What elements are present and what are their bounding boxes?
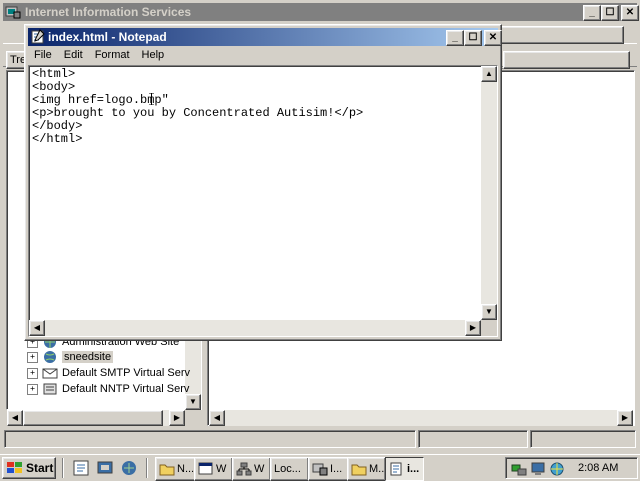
menu-format[interactable]: Format <box>89 46 136 64</box>
iis-tree-scroll-left-button[interactable]: ◀ <box>7 410 23 426</box>
notepad-hscroll[interactable]: ◀ ▶ <box>29 320 481 336</box>
task-button[interactable]: I... <box>308 457 349 481</box>
expand-icon[interactable]: + <box>27 367 38 379</box>
iis-tree-hscroll[interactable]: ◀ ▶ <box>7 410 185 426</box>
menu-file[interactable]: File <box>28 46 58 64</box>
iis-tree-scroll-right-button[interactable]: ▶ <box>169 410 185 426</box>
tree-item-nntp[interactable]: + Default NNTP Virtual Serv <box>27 381 189 397</box>
expand-icon[interactable]: + <box>27 383 38 395</box>
notepad-title-bar[interactable]: index.html - Notepad _ ☐ ✕ <box>28 28 502 46</box>
notepad-text-area[interactable]: <html> <body> <img href=logo.bmp" <p>bro… <box>28 65 498 337</box>
task-button[interactable]: W <box>232 457 271 481</box>
tray-computer-icon[interactable] <box>530 461 546 477</box>
notepad-app-icon <box>30 29 46 45</box>
web-site-icon <box>42 350 58 364</box>
tray-volume-icon[interactable] <box>549 461 565 477</box>
task-button[interactable]: M... <box>347 457 386 481</box>
quicklaunch-desktop-icon[interactable] <box>96 459 114 477</box>
menu-help[interactable]: Help <box>136 46 171 64</box>
iis-tree-hscroll-thumb[interactable] <box>23 410 163 426</box>
iis-status-cell-2 <box>418 430 528 448</box>
tree-item-label: Default NNTP Virtual Serv <box>62 383 190 395</box>
text-line: <html> <box>32 67 76 81</box>
notepad-close-button[interactable]: ✕ <box>484 30 502 46</box>
iis-content-scroll-right-button[interactable]: ▶ <box>617 410 633 426</box>
nntp-icon <box>42 382 58 396</box>
notepad-window-title: index.html - Notepad <box>48 30 167 44</box>
tree-item-sneedsite[interactable]: + sneedsite <box>27 349 114 365</box>
notepad-icon <box>389 462 405 476</box>
tray-clock[interactable]: 2:08 AM <box>578 462 618 474</box>
menu-edit[interactable]: Edit <box>58 46 89 64</box>
smtp-icon <box>42 366 58 380</box>
task-button-label: W <box>216 463 227 475</box>
notepad-vscroll[interactable]: ▲ ▼ <box>481 66 497 320</box>
tree-item-label: sneedsite <box>62 351 114 363</box>
notepad-minimize-button[interactable]: _ <box>446 30 464 46</box>
tray-network-icon[interactable] <box>511 461 527 477</box>
task-button-label: M... <box>369 463 386 475</box>
expand-icon[interactable]: + <box>27 351 38 363</box>
tree-item-label: Default SMTP Virtual Serv <box>62 367 190 379</box>
notepad-scroll-up-button[interactable]: ▲ <box>481 66 497 82</box>
iis-status-cell-3 <box>530 430 636 448</box>
iis-minimize-button[interactable]: _ <box>583 5 601 21</box>
folder-icon <box>159 462 175 476</box>
task-button-label: W <box>254 463 265 475</box>
task-button-label: i... <box>407 463 420 475</box>
iis-maximize-button[interactable]: ☐ <box>601 5 619 21</box>
task-button-label: N... <box>177 463 195 475</box>
folder-icon <box>351 462 367 476</box>
quicklaunch-outlook-icon[interactable] <box>120 459 138 477</box>
iis-window-title: Internet Information Services <box>25 5 192 19</box>
notepad-scroll-down-button[interactable]: ▼ <box>481 304 497 320</box>
task-button-label: I... <box>330 463 343 475</box>
network-icon <box>236 462 252 476</box>
notepad-window: index.html - Notepad _ ☐ ✕ File Edit Forma… <box>24 24 502 341</box>
task-button[interactable]: Loc... <box>270 457 309 481</box>
window-icon <box>198 462 214 476</box>
iis-close-button[interactable]: ✕ <box>621 5 639 21</box>
windows-logo-icon <box>6 461 24 475</box>
taskbar-separator <box>146 458 148 478</box>
task-button-active[interactable]: i... <box>385 457 424 481</box>
taskbar-separator <box>62 458 64 478</box>
iis-content-hscroll[interactable]: ◀ ▶ <box>209 410 633 426</box>
iis-title-bar[interactable]: Internet Information Services _ ☐ ✕ <box>3 3 639 21</box>
start-label: Start <box>26 461 54 475</box>
notepad-scroll-right-button[interactable]: ▶ <box>465 320 481 336</box>
text-line: </html> <box>32 132 83 146</box>
task-button-label: Loc... <box>274 463 301 475</box>
notepad-menu-bar: File Edit Format Help <box>28 46 498 64</box>
notepad-maximize-button[interactable]: ☐ <box>464 30 482 46</box>
iis-status-cell-1 <box>4 430 416 448</box>
notepad-text-content: <html> <body> <img href=logo.bmp" <p>bro… <box>32 68 363 146</box>
quicklaunch-ie-icon[interactable] <box>72 459 90 477</box>
tree-item-smtp[interactable]: + Default SMTP Virtual Serv <box>27 365 190 381</box>
notepad-scroll-left-button[interactable]: ◀ <box>29 320 45 336</box>
notepad-size-grip[interactable] <box>481 320 497 336</box>
start-button[interactable]: Start <box>2 457 56 479</box>
iis-toolbar-button[interactable] <box>500 26 624 44</box>
iis-icon <box>312 462 328 476</box>
iis-tab-right[interactable] <box>503 51 630 69</box>
iis-app-icon <box>5 5 21 19</box>
text-cursor-ibeam-icon <box>149 92 154 106</box>
system-tray: 2:08 AM <box>505 457 638 479</box>
iis-content-scroll-left-button[interactable]: ◀ <box>209 410 225 426</box>
task-button[interactable]: W <box>194 457 233 481</box>
task-button[interactable]: N... <box>155 457 196 481</box>
